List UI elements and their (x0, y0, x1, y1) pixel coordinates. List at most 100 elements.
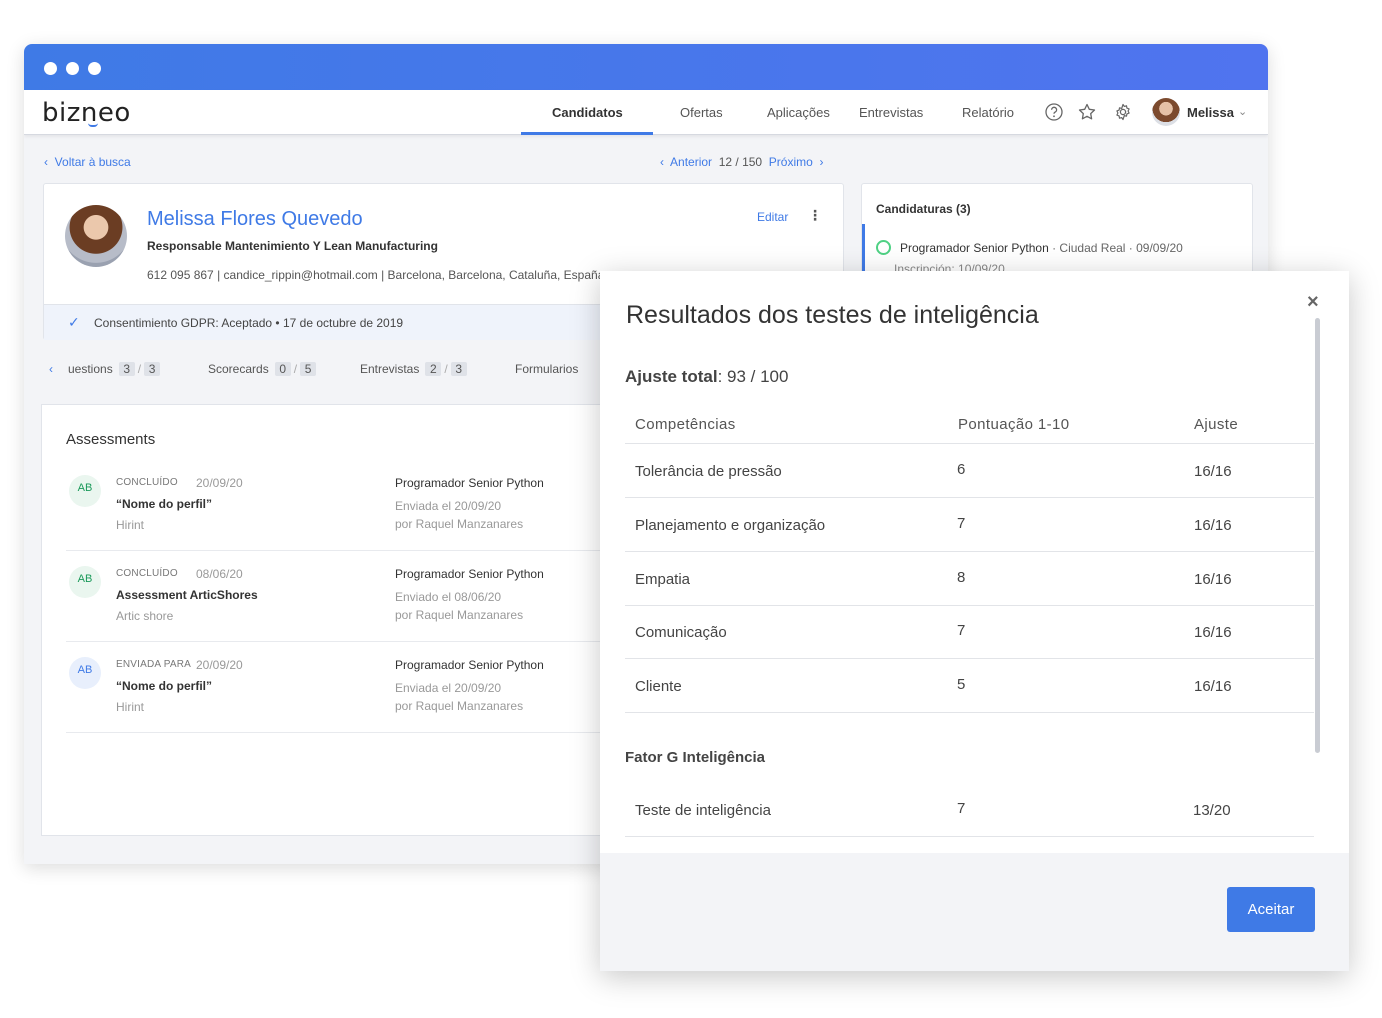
assessments-title: Assessments (66, 431, 156, 448)
competence-score: 7 (957, 622, 966, 639)
close-icon[interactable]: × (1307, 291, 1319, 314)
intelligence-results-modal: × Resultados dos testes de inteligência … (600, 271, 1349, 971)
competence-name: Empatia (635, 571, 691, 588)
chevron-down-icon[interactable]: ⌄ (1238, 105, 1247, 118)
gear-icon[interactable] (1113, 102, 1133, 122)
table-row: Comunicação 7 16/16 (625, 605, 1314, 659)
table-row: Teste de inteligência 7 13/20 (625, 783, 1314, 837)
pager-prev-label: Anterior (670, 155, 713, 169)
nav-active-indicator (521, 132, 653, 135)
total-fit-value: : 93 / 100 (717, 367, 789, 386)
user-name[interactable]: Melissa (1187, 105, 1234, 120)
pager-prev-link[interactable]: ‹ Anterior (660, 155, 712, 169)
assessment-ab-label: AB (77, 482, 93, 494)
assessment-ab-label: AB (77, 573, 93, 585)
g-factor-section-title: Fator G Inteligência (625, 749, 766, 766)
tab-questions[interactable]: uestions 3/3 (68, 362, 161, 376)
more-options-icon[interactable]: ⋮ (808, 207, 822, 224)
tab-label: Formularios (515, 362, 579, 376)
assessment-by: por Raquel Manzanares (395, 699, 524, 713)
assessment-row[interactable]: AB CONCLUÍDO 08/06/20 Assessment ArticSh… (66, 552, 612, 642)
tab-done-count: 0 (274, 362, 291, 376)
assessment-provider: Hirint (116, 700, 145, 714)
check-icon: ✓ (68, 314, 80, 330)
total-fit-label: Ajuste total (625, 367, 718, 386)
table-row: Cliente 5 16/16 (625, 659, 1314, 713)
window-dot-maximize[interactable] (88, 62, 101, 75)
candidate-contact: 612 095 867 | candice_rippin@hotmail.com… (147, 268, 605, 282)
assessment-ab-label: AB (77, 664, 93, 676)
assessment-job: Programador Senior Python (395, 658, 544, 672)
nav-ofertas[interactable]: Ofertas (680, 105, 723, 120)
assessment-sent: Enviado el 08/06/20 (395, 590, 502, 604)
star-icon[interactable] (1077, 102, 1097, 122)
assessment-ab-icon: AB (69, 475, 101, 507)
nav-aplicacoes[interactable]: Aplicações (767, 105, 830, 120)
competence-fit: 16/16 (1194, 517, 1232, 534)
edit-profile-button[interactable]: Editar (757, 210, 788, 224)
header-ajuste: Ajuste (1194, 416, 1239, 433)
assessment-name: Assessment ArticShores (116, 588, 258, 602)
gdpr-text: Consentimiento GDPR: Aceptado • 17 de oc… (94, 316, 404, 330)
competence-fit: 16/16 (1194, 571, 1232, 588)
pager-next-label: Próximo (768, 155, 813, 169)
competence-score: 7 (957, 800, 966, 817)
tab-label: Entrevistas (360, 362, 420, 376)
tabs-scroll-left-icon[interactable]: ‹ (49, 362, 53, 376)
nav-candidatos[interactable]: Candidatos (552, 105, 623, 120)
candidate-pager: ‹ Anterior 12 / 150 Próximo › (660, 155, 823, 169)
tab-total-count: 3 (144, 362, 161, 376)
modal-scrollbar[interactable] (1315, 318, 1320, 753)
assessment-row[interactable]: AB ENVIADA PARA 20/09/20 “Nome do perfil… (66, 643, 612, 733)
pager-next-link[interactable]: Próximo › (769, 155, 824, 169)
candidatura-item[interactable]: Programador Senior Python · Ciudad Real … (900, 241, 1183, 255)
header-pontuacao: Pontuação 1-10 (958, 416, 1070, 433)
tab-label: uestions (68, 362, 113, 376)
competence-fit: 16/16 (1194, 624, 1232, 641)
bizneo-logo[interactable]: bizneo (42, 98, 131, 128)
competence-score: 5 (957, 676, 966, 693)
assessment-job: Programador Senior Python (395, 476, 544, 490)
window-dot-close[interactable] (44, 62, 57, 75)
competence-name: Teste de inteligência (635, 802, 771, 819)
modal-title: Resultados dos testes de inteligência (626, 301, 1039, 329)
nav-relatorio[interactable]: Relatório (962, 105, 1014, 120)
pager-position: 12 / 150 (718, 155, 763, 169)
tab-entrevistas[interactable]: Entrevistas 2/3 (360, 362, 467, 376)
window-titlebar (24, 44, 1268, 90)
competence-fit: 16/16 (1194, 463, 1232, 480)
nav-entrevistas[interactable]: Entrevistas (859, 105, 923, 120)
help-icon[interactable] (1044, 102, 1064, 122)
tab-scorecards[interactable]: Scorecards 0/5 (208, 362, 317, 376)
table-row: Planejamento e organização 7 16/16 (625, 498, 1314, 552)
assessment-by: por Raquel Manzanares (395, 608, 524, 622)
candidatura-job: Programador Senior Python (900, 241, 1049, 255)
table-row: Tolerância de pressão 6 16/16 (625, 444, 1314, 498)
user-avatar[interactable] (1152, 98, 1180, 126)
total-fit: Ajuste total: 93 / 100 (625, 367, 788, 387)
top-navbar: bizneo Candidatos Ofertas Aplicações Ent… (24, 90, 1268, 135)
candidatura-location: · Ciudad Real · 09/09/20 (1048, 241, 1183, 255)
accept-button[interactable]: Aceitar (1227, 887, 1315, 932)
assessment-status: ENVIADA PARA (116, 659, 192, 670)
assessment-provider: Artic shore (116, 609, 174, 623)
tab-total-count: 3 (450, 362, 467, 376)
tab-done-count: 2 (425, 362, 442, 376)
competence-name: Tolerância de pressão (635, 463, 782, 480)
assessment-sent: Enviada el 20/09/20 (395, 681, 502, 695)
competence-fit: 16/16 (1194, 678, 1232, 695)
tab-label: Scorecards (208, 362, 269, 376)
tab-formularios[interactable]: Formularios (515, 362, 578, 376)
window-dot-minimize[interactable] (66, 62, 79, 75)
header-competencias: Competências (635, 416, 736, 433)
competence-score: 6 (957, 461, 966, 478)
assessment-row[interactable]: AB CONCLUÍDO 20/09/20 “Nome do perfil” H… (66, 461, 612, 551)
assessment-name: “Nome do perfil” (116, 497, 213, 511)
competence-name: Cliente (635, 678, 682, 695)
competence-fit: 13/20 (1193, 802, 1231, 819)
assessment-sent: Enviada el 20/09/20 (395, 499, 502, 513)
assessment-job: Programador Senior Python (395, 567, 544, 581)
assessment-ab-icon: AB (69, 657, 101, 689)
back-to-search-link[interactable]: ‹ Voltar à busca (44, 155, 131, 169)
assessments-card: Assessments AB CONCLUÍDO 20/09/20 “Nome … (41, 404, 612, 836)
